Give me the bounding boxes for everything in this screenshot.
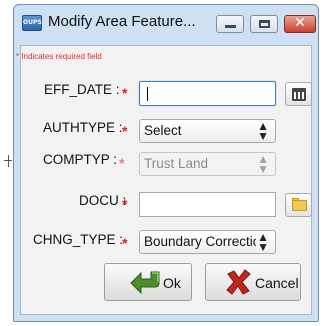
cancel-button-label: Cancel: [255, 275, 299, 291]
cancel-button[interactable]: Cancel: [205, 263, 301, 301]
app-icon: OUPS: [22, 15, 42, 31]
docu-label: DOCU :: [79, 193, 127, 208]
ok-arrow-icon: [130, 271, 160, 295]
text-caret: [147, 87, 148, 101]
chng-type-selected-value: Boundary Correction: [144, 234, 256, 249]
docu-required-marker: *: [122, 196, 128, 212]
chng-type-required-marker: *: [122, 235, 128, 251]
eff-date-input[interactable]: [139, 81, 276, 106]
maximize-icon: [259, 20, 270, 28]
calendar-button[interactable]: [285, 82, 312, 106]
eff-date-required-marker: *: [122, 85, 128, 101]
title-bar[interactable]: OUPS Modify Area Feature... ✕: [14, 5, 318, 47]
updown-arrows-icon: ▲ ▼: [257, 152, 269, 176]
authtype-required-marker: *: [122, 123, 128, 139]
calendar-icon: [292, 88, 306, 101]
updown-arrows-icon: ▲ ▼: [257, 230, 269, 254]
ok-button[interactable]: Ok: [104, 263, 192, 301]
folder-icon: [292, 200, 307, 211]
eff-date-label: EFF_DATE :: [44, 82, 120, 97]
minimize-icon: [225, 25, 236, 28]
edge-tick-vertical: [8, 155, 9, 167]
authtype-select[interactable]: Select ▲ ▼: [139, 119, 276, 143]
window-title: Modify Area Feature...: [48, 13, 196, 30]
maximize-button[interactable]: [250, 15, 278, 33]
close-icon: ✕: [294, 15, 306, 31]
docu-input[interactable]: [139, 192, 276, 217]
comptyp-selected-value: Trust Land: [144, 156, 209, 171]
comptyp-select: Trust Land ▲ ▼: [139, 152, 276, 176]
required-field-note: * Indicates required field: [16, 52, 102, 61]
ok-button-label: Ok: [163, 275, 181, 291]
close-button[interactable]: ✕: [284, 15, 316, 33]
comptyp-required-marker: *: [119, 155, 125, 171]
authtype-selected-value: Select: [144, 123, 182, 138]
updown-arrows-icon: ▲ ▼: [257, 119, 269, 143]
cancel-x-icon: [226, 269, 251, 295]
authtype-label: AUTHTYPE :: [43, 120, 123, 135]
comptyp-label: COMPTYP :: [43, 152, 118, 167]
browse-folder-button[interactable]: [285, 193, 312, 217]
chng-type-label: CHNG_TYPE :: [33, 232, 124, 247]
minimize-button[interactable]: [216, 15, 244, 33]
chng-type-select[interactable]: Boundary Correction ▲ ▼: [139, 230, 276, 254]
